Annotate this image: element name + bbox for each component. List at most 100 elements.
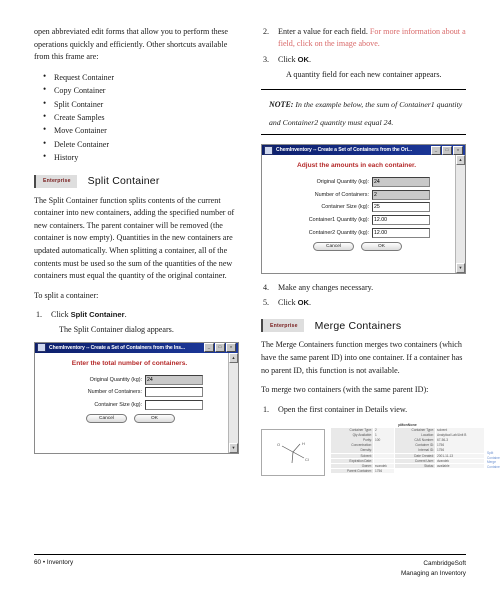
field-row: Original Quantity (kg): 24 xyxy=(35,374,238,385)
minimize-button[interactable]: _ xyxy=(204,343,214,353)
step-emphasis: OK xyxy=(297,297,309,307)
field-value: 1756 xyxy=(374,468,394,474)
minimize-button[interactable]: _ xyxy=(431,145,441,155)
step-item: Click OK. A quantity field for each new … xyxy=(261,54,466,81)
step-emphasis: Split Container xyxy=(70,310,125,320)
step-text: Click xyxy=(278,297,298,307)
split-container-steps: Click Split Container. The Split Contain… xyxy=(34,309,239,336)
field-label: Container1 Quantity (kg): xyxy=(308,216,369,223)
scroll-up-arrow-icon[interactable]: ▲ xyxy=(229,352,238,363)
field-value: 2 xyxy=(374,428,394,433)
cancel-button[interactable]: Cancel xyxy=(313,241,354,251)
dialog-title: ChemInventory -- Create a Set of Contain… xyxy=(276,147,412,154)
field-label: Internal ID: xyxy=(395,448,435,453)
step-item: Enter a value for each field. For more i… xyxy=(261,26,466,51)
step-text: Enter a value for each field. xyxy=(278,27,370,36)
figure-link[interactable]: Merge Containers xyxy=(487,460,500,469)
field-label: Current User: xyxy=(395,458,435,464)
dialog-scrollbar[interactable]: ▲ ▼ xyxy=(455,155,465,273)
titlebar-buttons: _ □ × xyxy=(204,343,236,353)
field-label: Owner: xyxy=(331,463,373,469)
table-row: Concentration: Container ID: 1756 xyxy=(331,443,484,448)
document-page: open abbreviated edit forms that allow y… xyxy=(0,0,500,600)
list-item: Copy Container xyxy=(34,83,239,97)
number-of-containers-input[interactable]: 2 xyxy=(372,189,430,200)
figure-link[interactable]: Split Container xyxy=(487,451,500,460)
container-size-input[interactable]: 25 xyxy=(372,202,430,213)
section-title: Split Container xyxy=(87,175,160,188)
field-row: Number of Containers: xyxy=(35,387,238,398)
container1-quantity-input[interactable]: 12.00 xyxy=(372,214,430,225)
step-text: Click xyxy=(51,310,71,320)
table-row: Density: Internal ID: 1756 xyxy=(331,448,484,453)
close-button[interactable]: × xyxy=(226,343,236,353)
field-label: Purity: xyxy=(331,438,373,443)
svg-text:H: H xyxy=(302,441,305,446)
section-heading-split-container: Enterprise Split Container xyxy=(34,174,239,188)
footer-publisher: CambridgeSoft Managing an Inventory xyxy=(401,559,466,578)
field-label: Number of Containers: xyxy=(314,191,369,198)
dialog-button-row: Cancel OK xyxy=(262,241,453,251)
field-label: Location: xyxy=(395,433,435,438)
field-label: Date Created: xyxy=(395,453,435,458)
table-row: Parent Container: 1756 xyxy=(331,468,484,474)
merge-steps: Open the first container in Details view… xyxy=(261,404,466,417)
field-value: solvent xyxy=(436,428,484,433)
field-value: available xyxy=(436,463,484,469)
svg-text:Cl: Cl xyxy=(305,457,309,462)
dialog-scrollbar[interactable]: ▲ ▼ xyxy=(228,352,238,453)
ok-button[interactable]: OK xyxy=(361,241,402,251)
cancel-button[interactable]: Cancel xyxy=(86,413,127,423)
field-value xyxy=(374,443,394,448)
field-value: dvandek xyxy=(436,458,484,464)
ok-button[interactable]: OK xyxy=(134,413,175,423)
field-label: Container Size (kg): xyxy=(321,204,369,211)
step-period: . xyxy=(124,310,127,320)
split-steps-continued: Enter a value for each field. For more i… xyxy=(261,26,466,81)
maximize-button[interactable]: □ xyxy=(442,145,452,155)
field-value xyxy=(374,458,394,464)
scroll-down-arrow-icon[interactable]: ▼ xyxy=(456,262,465,273)
field-label: Density: xyxy=(331,448,373,453)
scroll-down-arrow-icon[interactable]: ▼ xyxy=(229,442,238,453)
titlebar-buttons: _ □ × xyxy=(431,145,463,155)
field-label: Solvent: xyxy=(331,453,373,458)
table-row: Container Type: 2 Container Type: solven… xyxy=(331,428,484,433)
field-label: Original Quantity (kg): xyxy=(89,376,142,383)
number-of-containers-input[interactable] xyxy=(145,387,203,398)
footer-row: 60 • Inventory CambridgeSoft Managing an… xyxy=(34,559,466,578)
field-label: Container Type: xyxy=(395,428,435,433)
enterprise-badge: Enterprise xyxy=(34,174,77,188)
dialog-title: ChemInventory -- Create a Set of Contain… xyxy=(49,344,185,351)
field-row: Container2 Quantity (kg): 12.00 xyxy=(262,227,465,238)
original-quantity-input[interactable]: 24 xyxy=(372,177,430,188)
adjust-amounts-dialog: ChemInventory -- Create a Set of Contain… xyxy=(261,144,466,274)
field-row: Container1 Quantity (kg): 12.00 xyxy=(262,214,465,225)
footer-doc-title: Managing an Inventory xyxy=(400,569,466,577)
details-view-figure: O H Cl pMonNone Container Type: 2 Contai… xyxy=(261,423,500,477)
field-row: Original Quantity (kg): 24 xyxy=(262,177,465,188)
original-quantity-input[interactable]: 24 xyxy=(145,374,203,385)
procedure-lead: To split a container: xyxy=(34,290,99,300)
field-row: Number of Containers: 2 xyxy=(262,189,465,200)
list-item: Request Container xyxy=(34,70,239,84)
figure-links: Split Container Merge Containers xyxy=(487,451,500,469)
intro-paragraph: open abbreviated edit forms that allow y… xyxy=(34,27,228,62)
close-button[interactable]: × xyxy=(453,145,463,155)
field-label: Concentration: xyxy=(331,443,373,448)
field-label: Status: xyxy=(395,463,435,469)
table-title: pMonNone xyxy=(398,423,417,428)
scroll-up-arrow-icon[interactable]: ▲ xyxy=(456,155,465,166)
dialog-empty-space xyxy=(35,423,238,453)
note-box: NOTE: In the example below, the sum of C… xyxy=(261,89,466,136)
list-item: Move Container xyxy=(34,123,239,137)
container-size-input[interactable] xyxy=(145,399,203,410)
field-label: Container Type: xyxy=(331,428,373,433)
container2-quantity-input[interactable]: 12.00 xyxy=(372,227,430,238)
svg-text:O: O xyxy=(277,442,280,447)
field-value: Analytical Lab/Unit B xyxy=(436,433,484,438)
footer-divider xyxy=(34,554,466,555)
field-label: Parent Container: xyxy=(331,468,373,474)
dialog-body: ▲ ▼ Enter the total number of containers… xyxy=(35,352,238,453)
maximize-button[interactable]: □ xyxy=(215,343,225,353)
